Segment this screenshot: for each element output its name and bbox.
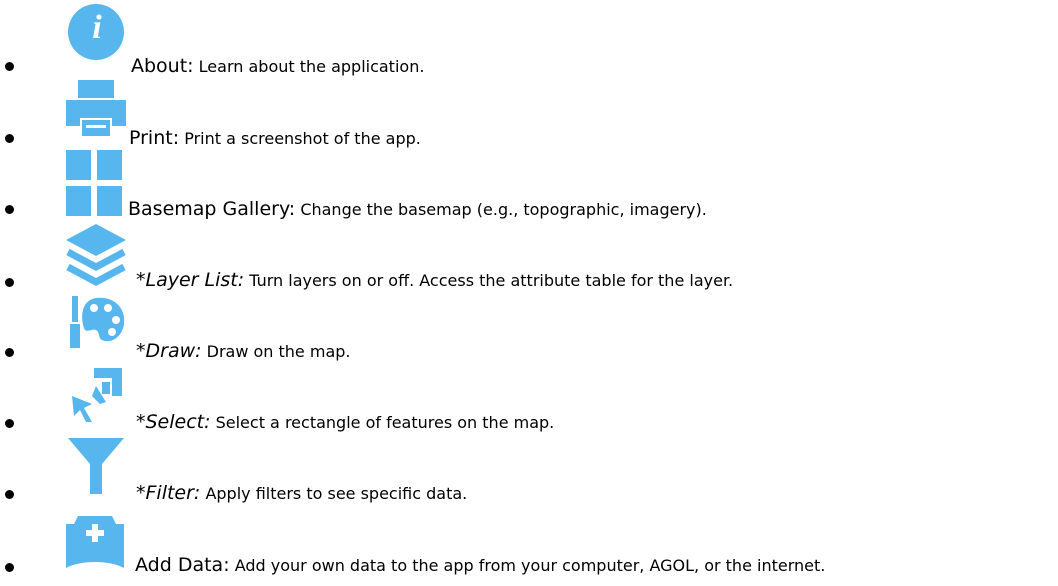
bullet bbox=[5, 278, 14, 287]
draw-palette-icon bbox=[66, 294, 128, 354]
select-icon bbox=[66, 366, 126, 424]
item-text: *Draw: Draw on the map. bbox=[136, 340, 351, 363]
item-text: Add Data: Add your own data to the app f… bbox=[135, 554, 825, 577]
item-text: *Select: Select a rectangle of features … bbox=[136, 411, 554, 434]
item-text: Print: Print a screenshot of the app. bbox=[129, 127, 421, 150]
item-name: Basemap Gallery: bbox=[128, 198, 296, 220]
item-description: Change the basemap (e.g., topographic, i… bbox=[300, 200, 707, 219]
item-text: Basemap Gallery: Change the basemap (e.g… bbox=[128, 198, 707, 221]
item-description: Draw on the map. bbox=[206, 342, 351, 361]
add-data-icon bbox=[64, 512, 126, 572]
item-name: Add Data: bbox=[135, 554, 230, 576]
item-description: Select a rectangle of features on the ma… bbox=[215, 413, 555, 432]
bullet bbox=[5, 490, 14, 499]
item-name: *Layer List: bbox=[136, 269, 245, 291]
widget-list: i About: Learn about the application. Pr… bbox=[0, 0, 1058, 586]
filter-icon bbox=[66, 436, 126, 496]
bullet bbox=[5, 348, 14, 357]
item-name: *Filter: bbox=[136, 482, 201, 504]
bullet bbox=[5, 419, 14, 428]
bullet bbox=[5, 134, 14, 143]
bullet bbox=[5, 205, 14, 214]
bullet bbox=[5, 563, 14, 572]
list-item-add-data: Add Data: Add your own data to the app f… bbox=[0, 0, 1058, 576]
item-description: Print a screenshot of the app. bbox=[184, 129, 421, 148]
basemap-gallery-icon bbox=[66, 150, 122, 216]
item-name: *Draw: bbox=[136, 340, 202, 362]
item-name: *Select: bbox=[136, 411, 211, 433]
print-icon bbox=[64, 78, 128, 138]
item-text: *Filter: Apply filters to see specific d… bbox=[136, 482, 467, 505]
item-description: Turn layers on or off. Access the attrib… bbox=[249, 271, 734, 290]
item-description: Apply filters to see specific data. bbox=[205, 484, 468, 503]
item-description: Add your own data to the app from your c… bbox=[234, 556, 826, 575]
item-text: *Layer List: Turn layers on or off. Acce… bbox=[136, 269, 733, 292]
item-name: Print: bbox=[129, 127, 180, 149]
layers-icon bbox=[64, 222, 128, 288]
